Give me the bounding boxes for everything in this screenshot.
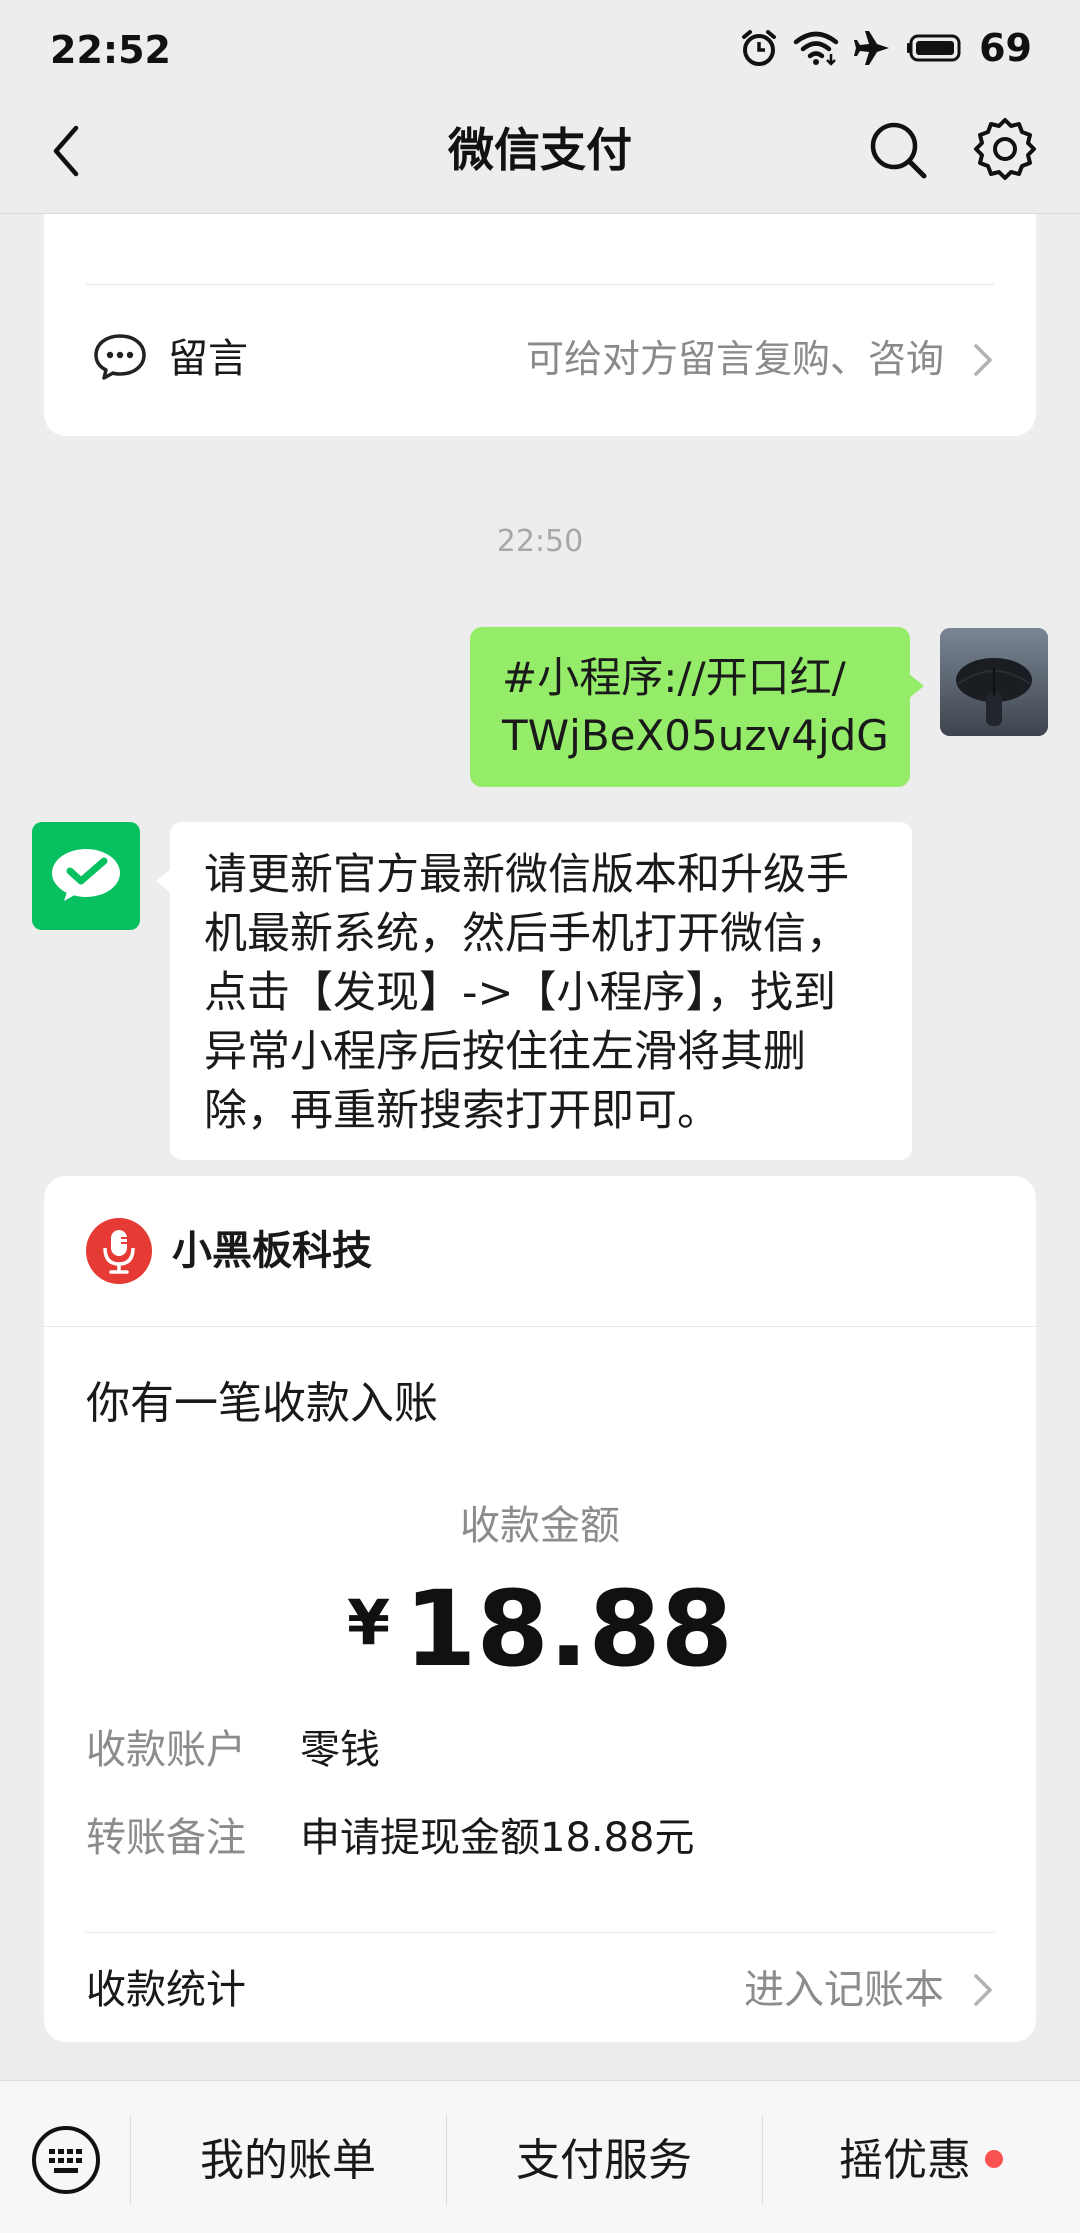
received-message-bubble[interactable]: 请更新官方最新微信版本和升级手 机最新系统，然后手机打开微信， 点击【发现】->… (156, 822, 912, 1160)
wifi-icon (793, 31, 839, 66)
received-message-line: 异常小程序后按住往左滑将其删 (204, 1027, 806, 1077)
message-card[interactable]: 留言 可给对方留言复购、咨询 (44, 214, 1036, 436)
chevron-right-icon (974, 344, 992, 376)
received-message-line: 点击【发现】->【小程序】，找到 (204, 968, 837, 1018)
received-message-line: 请更新官方最新微信版本和升级手 (204, 850, 849, 900)
received-message-line: 除，再重新搜索打开即可。 (204, 1086, 720, 1136)
account-value: 零钱 (300, 1727, 380, 1773)
merchant-name: 小黑板科技 (172, 1228, 372, 1274)
notification-dot (985, 2150, 1003, 2168)
sent-message-bubble[interactable]: #小程序://开口红/ TWjBeX05uzv4jdG (470, 627, 924, 787)
sent-message-line: #小程序://开口红/ (502, 653, 846, 702)
message-hint: 可给对方留言复购、咨询 (525, 337, 944, 381)
bottom-menu-bar: 我的账单 支付服务 摇优惠 (0, 2080, 1080, 2233)
settings-button[interactable] (972, 116, 1038, 182)
chevron-right-icon[interactable] (970, 1970, 996, 2010)
sent-message-line: TWjBeX05uzv4jdG (502, 711, 889, 760)
wechat-pay-icon (52, 849, 120, 901)
received-message-line: 机最新系统，然后手机打开微信， (204, 909, 849, 959)
account-label: 收款账户 (86, 1727, 246, 1773)
umbrella-photo-icon (940, 628, 1048, 736)
status-time: 22:52 (50, 28, 171, 72)
card-divider (86, 1932, 994, 1933)
menu-shake-offers-label: 摇优惠 (839, 2135, 971, 2186)
battery-level: 69 (979, 26, 1032, 70)
note-value: 申请提现金额18.88元 (300, 1815, 695, 1861)
chat-bubble-icon (94, 334, 146, 380)
menu-shake-offers[interactable]: 摇优惠 (762, 2123, 1080, 2199)
payment-title: 你有一笔收款入账 (86, 1378, 438, 1429)
search-icon (870, 122, 927, 179)
wechat-pay-avatar[interactable] (32, 822, 140, 930)
keyboard-icon[interactable] (30, 2124, 102, 2196)
alarm-icon (742, 30, 777, 66)
merchant-logo (86, 1218, 152, 1284)
user-avatar[interactable] (940, 628, 1048, 736)
microphone-icon (103, 1230, 135, 1274)
message-label: 留言 (168, 336, 248, 382)
settings-icon (974, 118, 1036, 180)
battery-icon (907, 34, 961, 62)
card-divider (44, 1326, 1036, 1327)
chat-timestamp: 22:50 (496, 524, 584, 559)
amount-display: ¥18.88 (44, 1574, 1036, 1715)
stats-label: 收款统计 (86, 1967, 246, 2013)
note-label: 转账备注 (86, 1815, 246, 1861)
payment-card[interactable]: 小黑板科技 你有一笔收款入账 收款金额 ¥18.88 收款账户 零钱 转账备注 … (44, 1176, 1036, 2042)
airplane-icon (854, 31, 890, 65)
stats-link[interactable]: 进入记账本 (744, 1962, 944, 2018)
status-icons: 69 (739, 26, 1032, 70)
amount-value: 18.88 (404, 1568, 734, 1690)
menu-my-bills[interactable]: 我的账单 (130, 2123, 446, 2199)
card-divider (86, 284, 994, 285)
currency-symbol: ¥ (346, 1586, 391, 1659)
search-button[interactable] (866, 118, 930, 182)
menu-payment-services[interactable]: 支付服务 (446, 2123, 762, 2199)
amount-label: 收款金额 (460, 1503, 620, 1549)
